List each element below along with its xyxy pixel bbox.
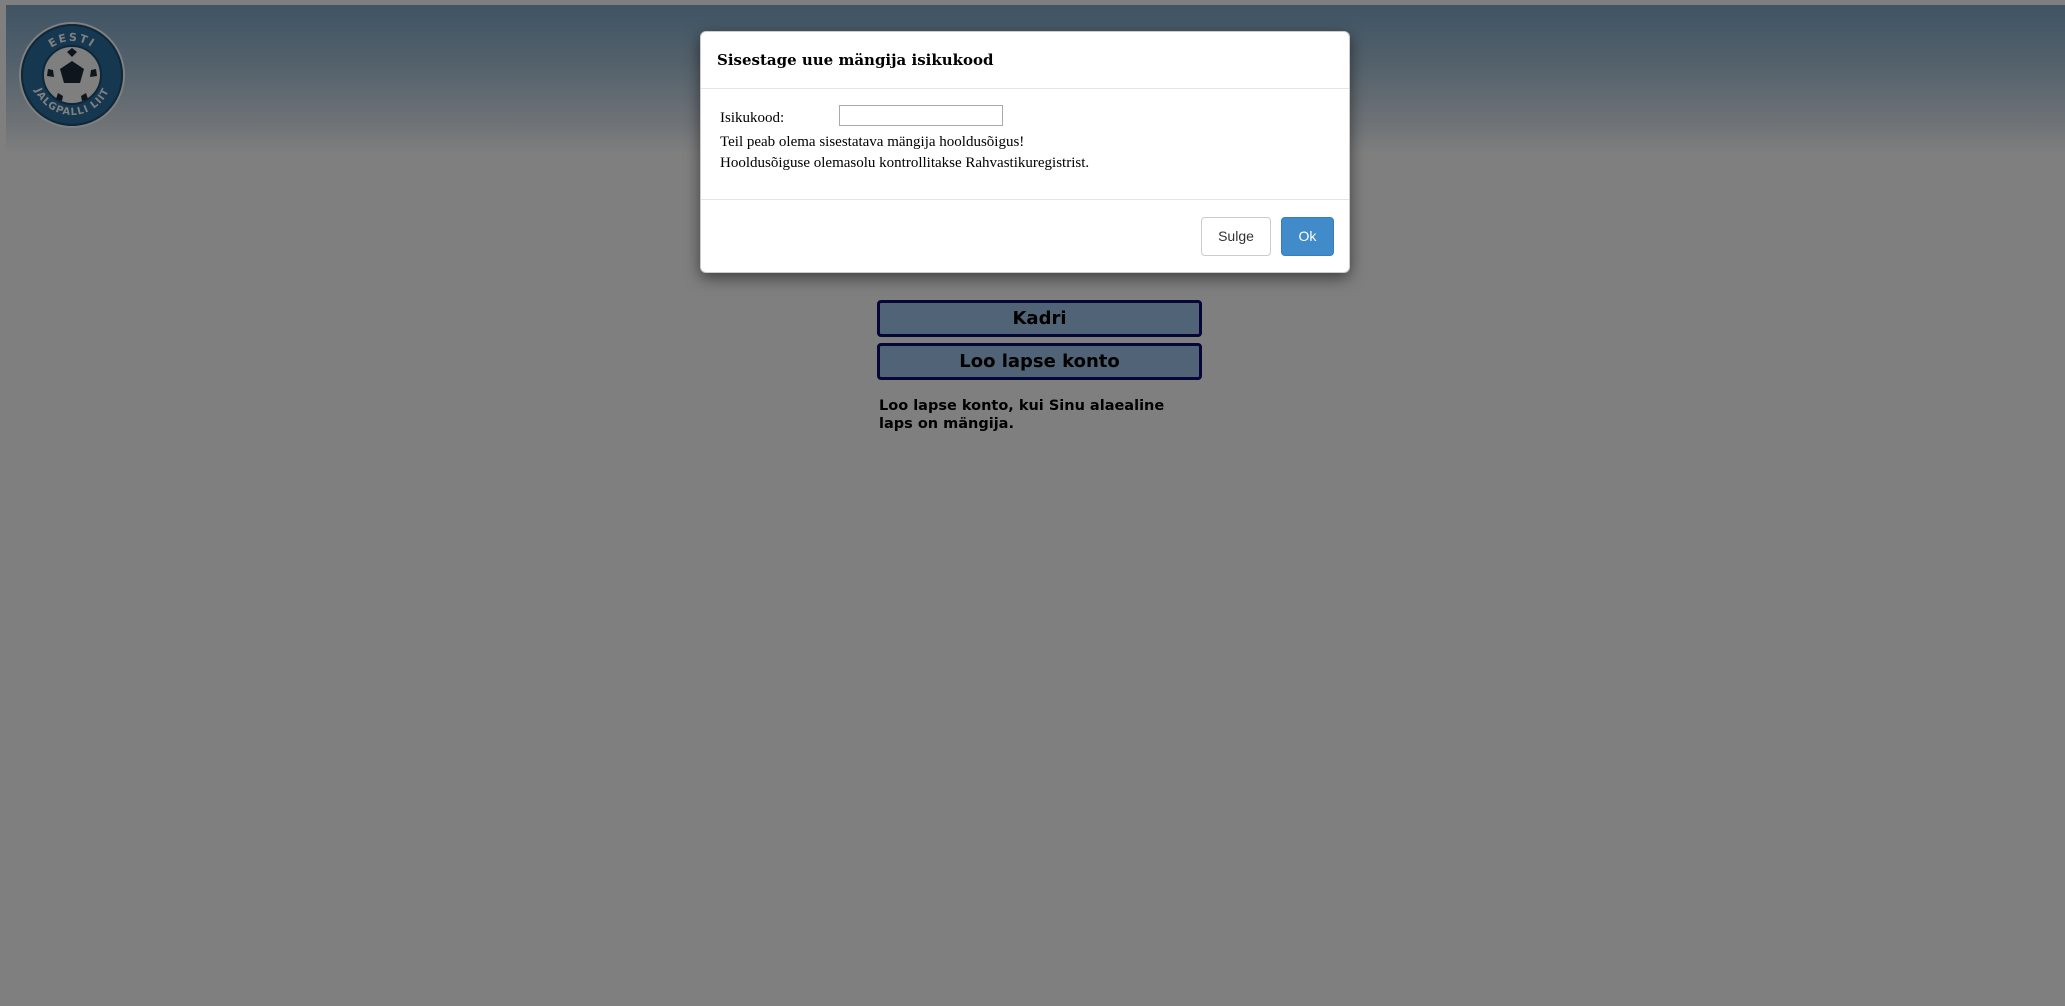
modal-footer: Sulge Ok bbox=[701, 200, 1349, 272]
modal-body: Isikukood: Teil peab olema sisestatava m… bbox=[701, 89, 1349, 200]
page: EESTI JALGPALLI LIIT Kadri Loo lapse kon… bbox=[0, 0, 2065, 1006]
isikukood-input[interactable] bbox=[839, 105, 1003, 126]
ok-button[interactable]: Ok bbox=[1281, 217, 1334, 256]
registry-check-note: Hooldusõiguse olemasolu kontrollitakse R… bbox=[720, 155, 1090, 171]
guardianship-warning: Teil peab olema sisestatava mängija hool… bbox=[720, 134, 1025, 150]
close-button[interactable]: Sulge bbox=[1201, 217, 1271, 256]
modal-header: Sisestage uue mängija isikukood bbox=[701, 32, 1349, 89]
modal-title: Sisestage uue mängija isikukood bbox=[717, 51, 994, 69]
new-player-dialog: Sisestage uue mängija isikukood Isikukoo… bbox=[700, 31, 1350, 273]
isikukood-field-row: Isikukood: bbox=[720, 105, 1349, 132]
isikukood-label: Isikukood: bbox=[720, 110, 785, 126]
